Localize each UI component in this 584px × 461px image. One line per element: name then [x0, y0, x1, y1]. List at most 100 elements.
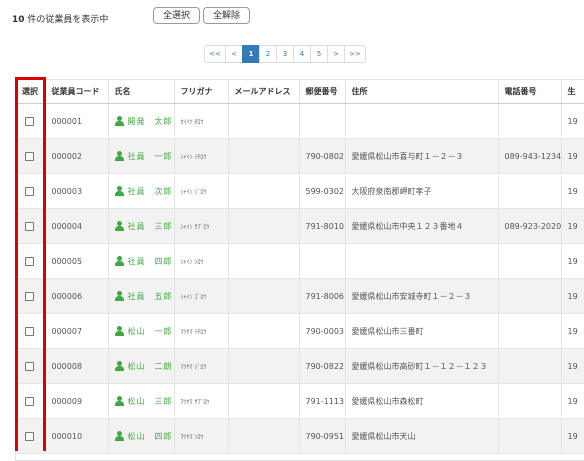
postal-code-cell: 790-0003: [299, 313, 346, 349]
user-icon: [114, 326, 124, 336]
employee-name-link[interactable]: 松山 三郎: [128, 397, 173, 406]
header-email[interactable]: メールアドレス: [228, 80, 300, 104]
user-icon: [114, 256, 124, 266]
employee-table: 選択 従業員コード 氏名 フリガナ メールアドレス 郵便番号 住所 電話番号 生…: [16, 80, 584, 454]
address-cell: 愛媛県松山市森松町: [345, 383, 499, 419]
pagination: << < 1 2 3 4 5 > >>: [204, 45, 366, 63]
address-cell: 愛媛県松山市中央１２３番地４: [345, 208, 499, 244]
table-row: 000008 松山 二朗 ﾏﾂﾔﾏ ｼﾞﾛｳ 790-0822 愛媛県松山市高砂町１－１…: [16, 348, 584, 384]
user-icon: [114, 221, 124, 231]
page-3-button[interactable]: 3: [276, 45, 294, 63]
birthdate-cell: 19: [561, 418, 584, 454]
user-icon: [114, 116, 124, 126]
employee-name-link[interactable]: 社員 五郎: [128, 292, 173, 301]
employee-name-link[interactable]: 社員 次郎: [128, 187, 173, 196]
birthdate-cell: 19: [561, 278, 584, 314]
employee-code-cell: 000001: [45, 103, 109, 139]
employee-code-cell: 000002: [45, 138, 109, 174]
name-cell: 社員 四郎: [108, 243, 175, 279]
header-postal-code[interactable]: 郵便番号: [299, 80, 346, 104]
header-phone[interactable]: 電話番号: [498, 80, 562, 104]
address-cell: 大阪府泉南郡岬町孝子: [345, 173, 499, 209]
postal-code-cell: [299, 103, 346, 139]
deselect-all-button[interactable]: 全解除: [203, 7, 250, 24]
page-2-button[interactable]: 2: [259, 45, 277, 63]
page-4-button[interactable]: 4: [293, 45, 311, 63]
birthdate-cell: 19: [561, 208, 584, 244]
header-furigana[interactable]: フリガナ: [174, 80, 229, 104]
header-employee-code[interactable]: 従業員コード: [45, 80, 109, 104]
address-cell: 愛媛県松山市安城寺町１－２－３: [345, 278, 499, 314]
page-1-button[interactable]: 1: [242, 45, 260, 63]
header-name[interactable]: 氏名: [108, 80, 175, 104]
table-row: 000006 社員 五郎 ｼｬｲﾝ ｺﾞﾛｳ 791-8006 愛媛県松山市安城寺町１－…: [16, 278, 584, 314]
phone-cell: [498, 313, 562, 349]
email-cell: [228, 243, 300, 279]
birthdate-cell: 19: [561, 243, 584, 279]
page-first-button[interactable]: <<: [204, 45, 226, 63]
table-row: 000003 社員 次郎 ｼｬｲﾝ ｼﾞﾛｳ 599-0302 大阪府泉南郡岬町孝子 19: [16, 173, 584, 209]
furigana-cell: ｼｬｲﾝ ｼﾛｳ: [174, 243, 229, 279]
user-icon: [114, 396, 124, 406]
user-icon: [114, 431, 124, 441]
employee-name-link[interactable]: 松山 二朗: [128, 362, 173, 371]
email-cell: [228, 278, 300, 314]
email-cell: [228, 383, 300, 419]
header-address[interactable]: 住所: [345, 80, 499, 104]
page-prev-button[interactable]: <: [225, 45, 243, 63]
employee-name-link[interactable]: 社員 三郎: [128, 222, 173, 231]
postal-code-cell: 599-0302: [299, 173, 346, 209]
furigana-cell: ｼｬｲﾝ ｺﾞﾛｳ: [174, 278, 229, 314]
furigana-cell: ﾏﾂﾔﾏ ｻﾌﾞﾛｳ: [174, 383, 229, 419]
employee-code-cell: 000005: [45, 243, 109, 279]
furigana-cell: ｼｬｲﾝ ｻﾌﾞﾛｳ: [174, 208, 229, 244]
table-row: 000001 開発 太郎 ｶｲﾊﾂ ﾀﾛｳ 19: [16, 103, 584, 139]
postal-code-cell: 790-0822: [299, 348, 346, 384]
select-all-button[interactable]: 全選択: [153, 7, 200, 24]
address-cell: 愛媛県松山市喜与町１－２－３: [345, 138, 499, 174]
email-cell: [228, 103, 300, 139]
name-cell: 社員 次郎: [108, 173, 175, 209]
birthdate-cell: 19: [561, 348, 584, 384]
table-row: 000002 社員 一郎 ｼｬｲﾝ ｲﾁﾛｳ 790-0802 愛媛県松山市喜与町１－２…: [16, 138, 584, 174]
furigana-cell: ｼｬｲﾝ ｲﾁﾛｳ: [174, 138, 229, 174]
table-header-row: 選択 従業員コード 氏名 フリガナ メールアドレス 郵便番号 住所 電話番号 生: [16, 80, 584, 104]
employee-table-container: 選択 従業員コード 氏名 フリガナ メールアドレス 郵便番号 住所 電話番号 生…: [15, 79, 584, 461]
phone-cell: [498, 243, 562, 279]
employee-count-suffix: 件の従業員を表示中: [24, 15, 109, 25]
page-last-button[interactable]: >>: [344, 45, 366, 63]
employee-name-link[interactable]: 社員 一郎: [128, 152, 173, 161]
email-cell: [228, 418, 300, 454]
name-cell: 松山 二朗: [108, 348, 175, 384]
phone-cell: [498, 418, 562, 454]
user-icon: [114, 291, 124, 301]
postal-code-cell: 791-8010: [299, 208, 346, 244]
address-cell: 愛媛県松山市高砂町１－１２－１２３: [345, 348, 499, 384]
header-birthdate[interactable]: 生: [561, 80, 584, 104]
name-cell: 松山 四郎: [108, 418, 175, 454]
phone-cell: [498, 278, 562, 314]
table-row: 000010 松山 四郎 ﾏﾂﾔﾏ ｼﾛｳ 790-0951 愛媛県松山市天山 19: [16, 418, 584, 454]
furigana-cell: ｼｬｲﾝ ｼﾞﾛｳ: [174, 173, 229, 209]
phone-cell: [498, 383, 562, 419]
name-cell: 開発 太郎: [108, 103, 175, 139]
page-5-button[interactable]: 5: [310, 45, 328, 63]
employee-name-link[interactable]: 開発 太郎: [128, 117, 173, 126]
email-cell: [228, 208, 300, 244]
name-cell: 社員 五郎: [108, 278, 175, 314]
employee-code-cell: 000003: [45, 173, 109, 209]
employee-name-link[interactable]: 松山 一郎: [128, 327, 173, 336]
birthdate-cell: 19: [561, 103, 584, 139]
address-cell: 愛媛県松山市天山: [345, 418, 499, 454]
employee-name-link[interactable]: 社員 四郎: [128, 257, 173, 266]
select-column-highlight: [15, 77, 46, 451]
email-cell: [228, 313, 300, 349]
employee-code-cell: 000007: [45, 313, 109, 349]
page-next-button[interactable]: >: [327, 45, 345, 63]
name-cell: 松山 一郎: [108, 313, 175, 349]
employee-code-cell: 000004: [45, 208, 109, 244]
birthdate-cell: 19: [561, 138, 584, 174]
employee-code-cell: 000008: [45, 348, 109, 384]
employee-code-cell: 000006: [45, 278, 109, 314]
employee-name-link[interactable]: 松山 四郎: [128, 432, 173, 441]
